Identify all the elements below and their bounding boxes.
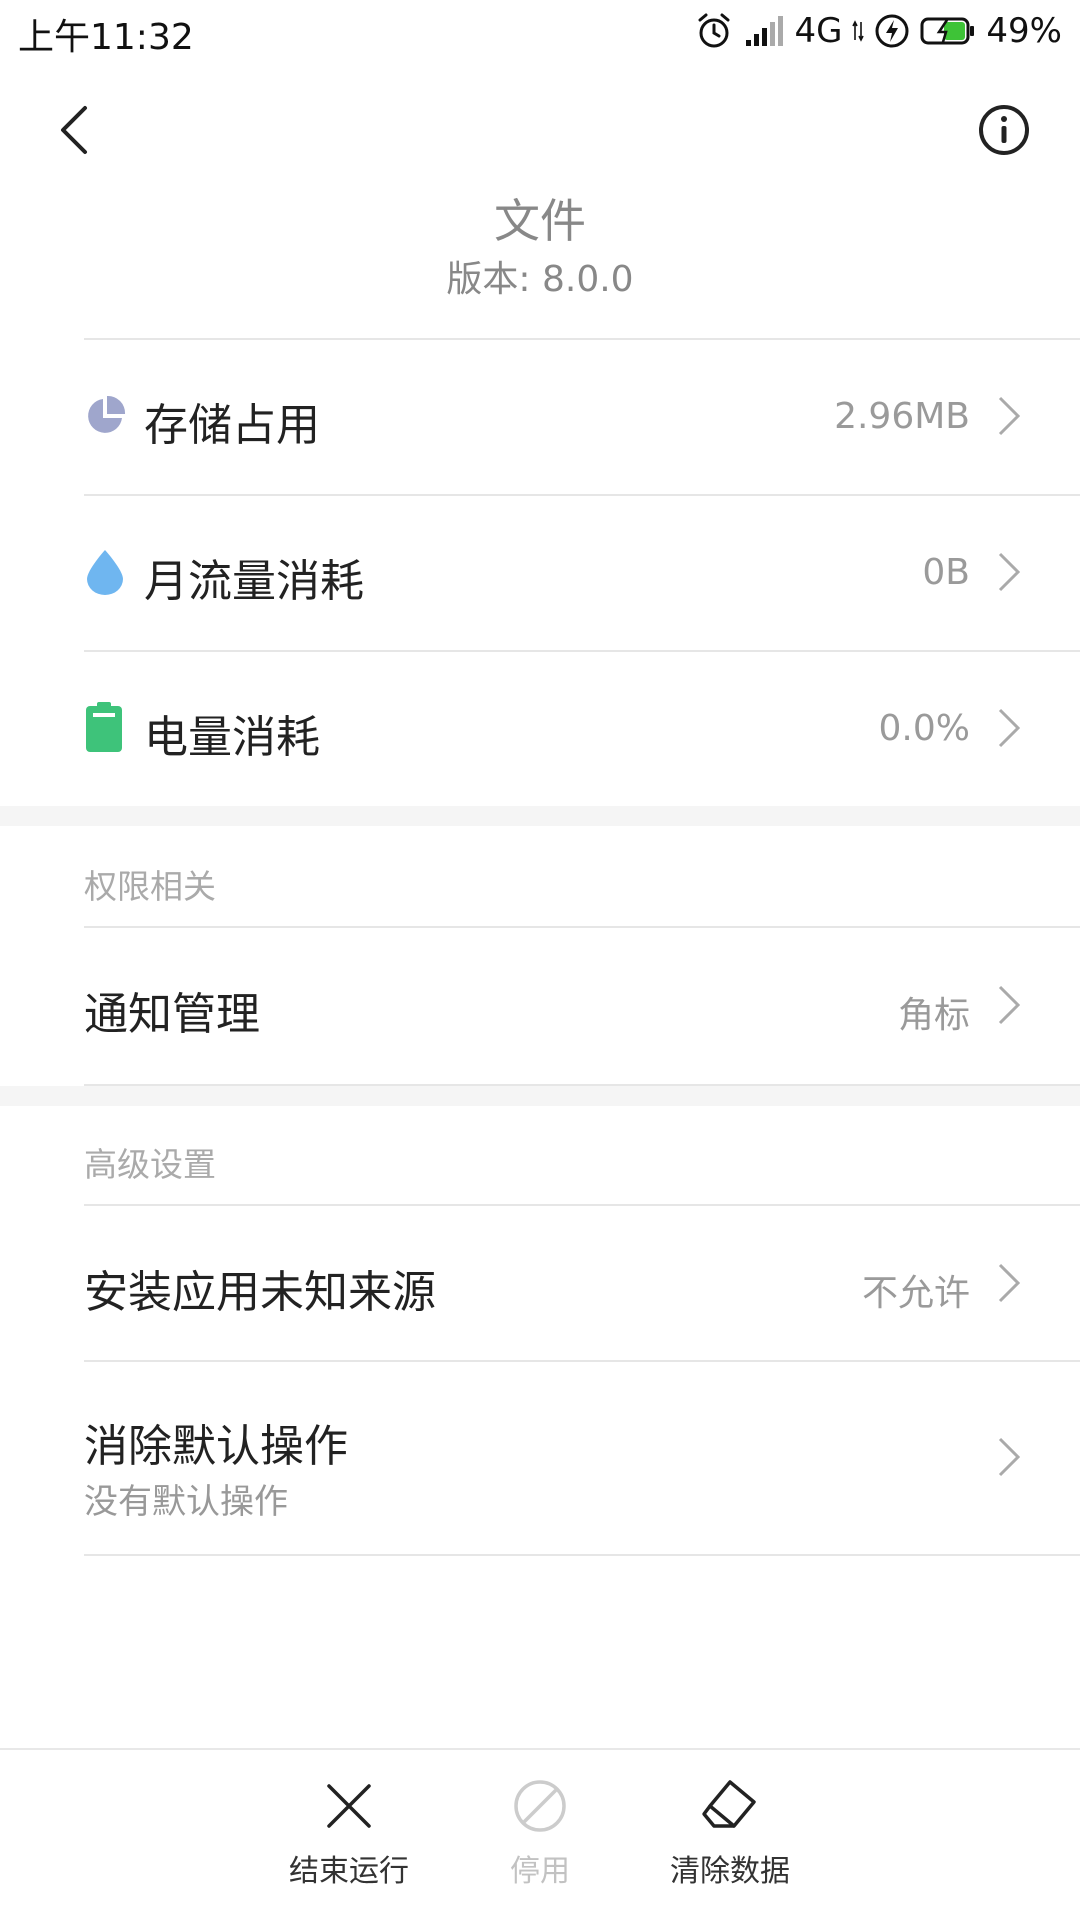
pie-chart-icon: [88, 395, 126, 433]
battery-icon: [86, 702, 122, 752]
app-info-screen: 上午11:32 4G 49% 文件 版本: 8.0.0 存储占用 2.96MB …: [0, 0, 1080, 1920]
back-button[interactable]: [44, 95, 104, 165]
chevron-right-icon: [998, 396, 1021, 436]
advanced-section-title: 高级设置: [84, 1145, 216, 1184]
section-separator: [0, 806, 1080, 826]
divider: [84, 1360, 1080, 1362]
status-time: 上午11:32: [18, 17, 194, 58]
storage-usage-value: 2.96MB: [834, 396, 970, 437]
app-version: 版本: 8.0.0: [446, 259, 634, 300]
permissions-section-title: 权限相关: [84, 867, 216, 906]
notification-management-label: 通知管理: [84, 989, 260, 1040]
eraser-icon: [702, 1780, 756, 1828]
force-stop-button[interactable]: 结束运行: [269, 1778, 429, 1890]
divider: [84, 338, 1080, 340]
data-arrows-icon: [852, 20, 865, 42]
unknown-sources-label: 安装应用未知来源: [84, 1267, 436, 1318]
data-usage-row[interactable]: 月流量消耗 0B: [0, 494, 1080, 650]
storage-usage-label: 存储占用: [144, 400, 320, 451]
chevron-right-icon: [998, 552, 1021, 592]
alarm-icon: [698, 13, 730, 48]
battery-status-icon: [920, 17, 975, 45]
force-stop-label: 结束运行: [289, 1854, 409, 1889]
chevron-right-icon: [998, 1437, 1021, 1477]
notification-management-value: 角标: [897, 995, 970, 1036]
clear-data-button[interactable]: 清除数据: [650, 1778, 810, 1890]
close-x-icon: [327, 1784, 371, 1828]
disable-label: 停用: [510, 1854, 570, 1889]
info-icon: [979, 105, 1029, 155]
data-usage-label: 月流量消耗: [144, 556, 364, 607]
water-drop-icon: [87, 550, 123, 595]
divider: [84, 650, 1080, 652]
divider: [84, 926, 1080, 928]
storage-usage-row[interactable]: 存储占用 2.96MB: [0, 338, 1080, 494]
chevron-right-icon: [998, 708, 1021, 748]
battery-percent: 49%: [986, 11, 1062, 51]
battery-usage-row[interactable]: 电量消耗 0.0%: [0, 650, 1080, 806]
disable-button[interactable]: 停用: [460, 1778, 620, 1890]
data-usage-value: 0B: [922, 552, 970, 593]
disable-circle-icon: [514, 1780, 566, 1832]
app-title: 文件: [494, 194, 586, 248]
clear-data-label: 清除数据: [670, 1854, 790, 1889]
back-arrow-icon: [61, 106, 87, 154]
bottom-action-bar: 结束运行 停用 清除数据: [0, 1748, 1080, 1920]
divider: [84, 494, 1080, 496]
chevron-right-icon: [998, 985, 1021, 1025]
clear-defaults-sublabel: 没有默认操作: [84, 1482, 288, 1522]
battery-usage-value: 0.0%: [878, 708, 970, 749]
unknown-sources-value: 不允许: [861, 1273, 970, 1314]
signal-icon: [746, 16, 784, 46]
list-end-divider: [0, 1554, 1080, 1556]
network-type: 4G: [794, 11, 843, 51]
divider: [84, 1204, 1080, 1206]
status-bar: 上午11:32 4G 49%: [0, 0, 1080, 62]
notification-management-row[interactable]: 通知管理 角标: [0, 926, 1080, 1084]
clear-defaults-label: 消除默认操作: [84, 1421, 348, 1472]
charging-bolt-icon: [875, 14, 909, 48]
info-button[interactable]: [974, 100, 1034, 160]
status-icons: 4G 49%: [694, 6, 1062, 56]
battery-usage-label: 电量消耗: [144, 712, 320, 763]
unknown-sources-row[interactable]: 安装应用未知来源 不允许: [0, 1204, 1080, 1360]
clear-defaults-row[interactable]: 消除默认操作 没有默认操作: [0, 1360, 1080, 1554]
chevron-right-icon: [998, 1263, 1021, 1303]
divider: [84, 1554, 1080, 1556]
section-separator: [0, 1086, 1080, 1106]
